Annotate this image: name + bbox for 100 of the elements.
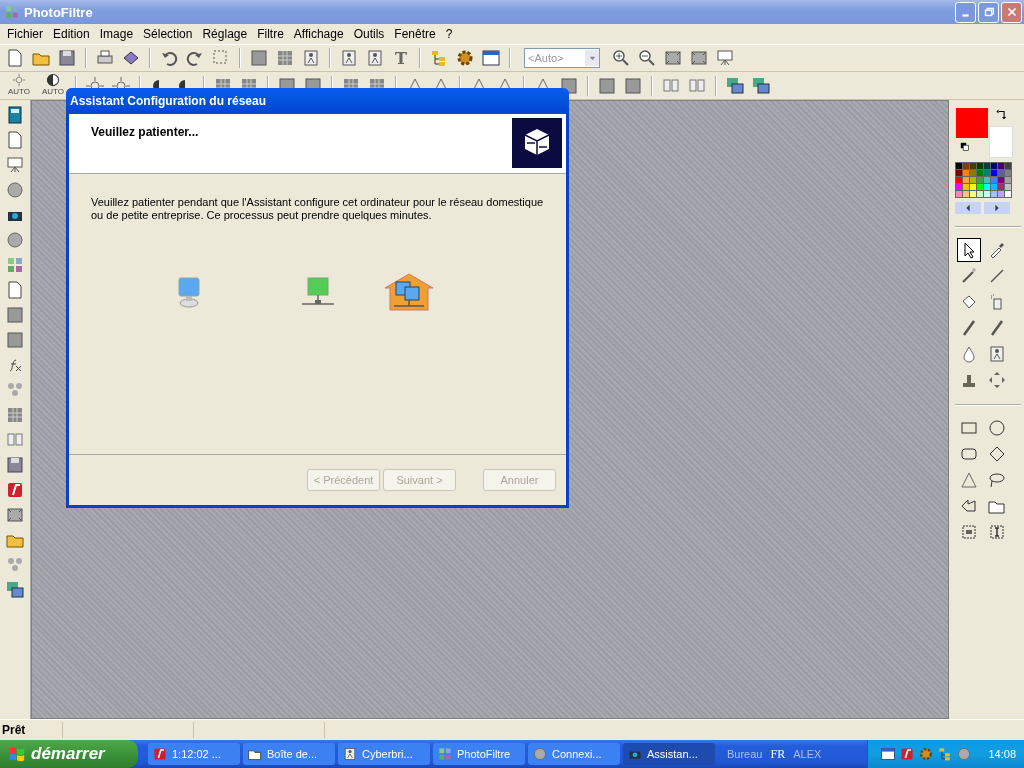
taskbar-button[interactable]: Boîte de... xyxy=(243,743,335,765)
palette-swatch[interactable] xyxy=(991,191,997,197)
palette-swatch[interactable] xyxy=(998,184,1004,190)
palette-swatch[interactable] xyxy=(956,170,962,176)
palette-swatch[interactable] xyxy=(984,177,990,183)
grid-icon[interactable] xyxy=(275,48,295,68)
square-icon[interactable] xyxy=(5,305,25,325)
document-icon[interactable] xyxy=(5,130,25,150)
palette-swatch[interactable] xyxy=(970,191,976,197)
palette-swatch[interactable] xyxy=(984,184,990,190)
foreground-color-swatch[interactable] xyxy=(956,108,988,138)
palette-swatch[interactable] xyxy=(998,177,1004,183)
left-arrow-icon[interactable] xyxy=(964,204,972,212)
background-color-swatch[interactable] xyxy=(989,126,1013,158)
palette-swatch[interactable] xyxy=(998,191,1004,197)
lasso-icon[interactable] xyxy=(987,470,1007,490)
palette-swatch[interactable] xyxy=(998,170,1004,176)
palette-swatch[interactable] xyxy=(991,170,997,176)
palette-swatch[interactable] xyxy=(984,191,990,197)
default-colors-icon[interactable] xyxy=(959,141,971,153)
toolbar-label[interactable]: ALEX xyxy=(793,748,822,760)
menu-item[interactable]: ? xyxy=(440,27,458,41)
palette-swatch[interactable] xyxy=(963,177,969,183)
palette-swatch[interactable] xyxy=(956,163,962,169)
language-indicator[interactable]: FR xyxy=(770,746,786,762)
taskbar-button[interactable]: Cyberbri... xyxy=(338,743,430,765)
selection-icon[interactable] xyxy=(959,522,979,542)
circle-icon[interactable] xyxy=(5,180,25,200)
start-button[interactable]: démarrer xyxy=(0,740,138,768)
palette-swatch[interactable] xyxy=(991,163,997,169)
gear-icon[interactable] xyxy=(455,48,475,68)
palette-swatch[interactable] xyxy=(963,170,969,176)
circle-icon[interactable] xyxy=(5,230,25,250)
contrast-auto-button[interactable]: AUTO xyxy=(4,72,34,99)
square-icon[interactable] xyxy=(249,48,269,68)
menu-item[interactable]: Outils xyxy=(348,27,390,41)
menu-item[interactable]: Filtre xyxy=(252,27,289,41)
ellipse-icon[interactable] xyxy=(987,418,1007,438)
palette-swatch[interactable] xyxy=(984,163,990,169)
figure-icon[interactable] xyxy=(365,48,385,68)
menu-item[interactable]: Edition xyxy=(48,27,95,41)
palette-swatch[interactable] xyxy=(963,163,969,169)
window-icon[interactable] xyxy=(481,48,501,68)
palette-swatch[interactable] xyxy=(1005,184,1011,190)
frame-icon[interactable] xyxy=(5,505,25,525)
palette-swatch[interactable] xyxy=(1005,177,1011,183)
text-selection-icon[interactable] xyxy=(987,522,1007,542)
toolbar-label[interactable]: Bureau xyxy=(727,748,763,760)
taskbar-button[interactable]: Assistan... xyxy=(623,743,715,765)
menu-item[interactable]: Image xyxy=(94,27,139,41)
menu-item[interactable]: Sélection xyxy=(138,27,198,41)
taskbar-button[interactable]: Connexi... xyxy=(528,743,620,765)
palette-swatch[interactable] xyxy=(977,170,983,176)
previous-palette-button[interactable] xyxy=(955,202,981,214)
palette-swatch[interactable] xyxy=(963,191,969,197)
palette-swatch[interactable] xyxy=(977,184,983,190)
palette-swatch[interactable] xyxy=(956,184,962,190)
swap-icon[interactable] xyxy=(995,108,1009,122)
palette-swatch[interactable] xyxy=(991,177,997,183)
image-icon[interactable] xyxy=(751,75,771,96)
zoom-out-icon[interactable] xyxy=(637,48,657,68)
palette-swatch[interactable] xyxy=(977,163,983,169)
palette-swatch[interactable] xyxy=(970,177,976,183)
palette-swatch[interactable] xyxy=(956,191,962,197)
actual-size-icon[interactable] xyxy=(689,48,709,68)
new-file-icon[interactable] xyxy=(5,48,25,68)
next-palette-button[interactable] xyxy=(984,202,1010,214)
fit-image-icon[interactable] xyxy=(663,48,683,68)
move-icon[interactable] xyxy=(987,370,1007,390)
document-icon[interactable] xyxy=(5,280,25,300)
menu-item[interactable]: Affichage xyxy=(288,27,349,41)
slideshow-icon[interactable] xyxy=(715,48,735,68)
logo-icon[interactable] xyxy=(5,480,25,500)
save-icon[interactable] xyxy=(57,48,77,68)
image-icon[interactable] xyxy=(725,75,745,96)
square-icon[interactable] xyxy=(597,75,617,96)
palette-swatch[interactable] xyxy=(977,177,983,183)
palette-swatch[interactable] xyxy=(1005,170,1011,176)
palette-swatch[interactable] xyxy=(970,184,976,190)
grid-icon[interactable] xyxy=(5,405,25,425)
palette-swatch[interactable] xyxy=(1005,163,1011,169)
palette-swatch[interactable] xyxy=(956,177,962,183)
app-icon[interactable] xyxy=(899,746,915,762)
palette-swatch[interactable] xyxy=(984,170,990,176)
square-icon[interactable] xyxy=(559,75,579,96)
zoom-select[interactable]: <Auto> xyxy=(524,48,600,68)
palette-swatch[interactable] xyxy=(970,170,976,176)
text-tool-button[interactable]: T xyxy=(390,47,412,69)
brightness-auto-button[interactable]: AUTO xyxy=(38,72,68,99)
palette-swatch[interactable] xyxy=(970,163,976,169)
menu-item[interactable]: Fenêtre xyxy=(389,27,441,41)
palette-swatch[interactable] xyxy=(977,191,983,197)
square-icon[interactable] xyxy=(623,75,643,96)
right-arrow-icon[interactable] xyxy=(993,204,1001,212)
square-icon[interactable] xyxy=(5,330,25,350)
tiles-icon[interactable] xyxy=(5,255,25,275)
taskbar-button[interactable]: 1:12:02 ... xyxy=(148,743,240,765)
diamond-icon[interactable] xyxy=(987,444,1007,464)
calculator-icon[interactable] xyxy=(5,105,25,125)
save-icon[interactable] xyxy=(5,455,25,475)
